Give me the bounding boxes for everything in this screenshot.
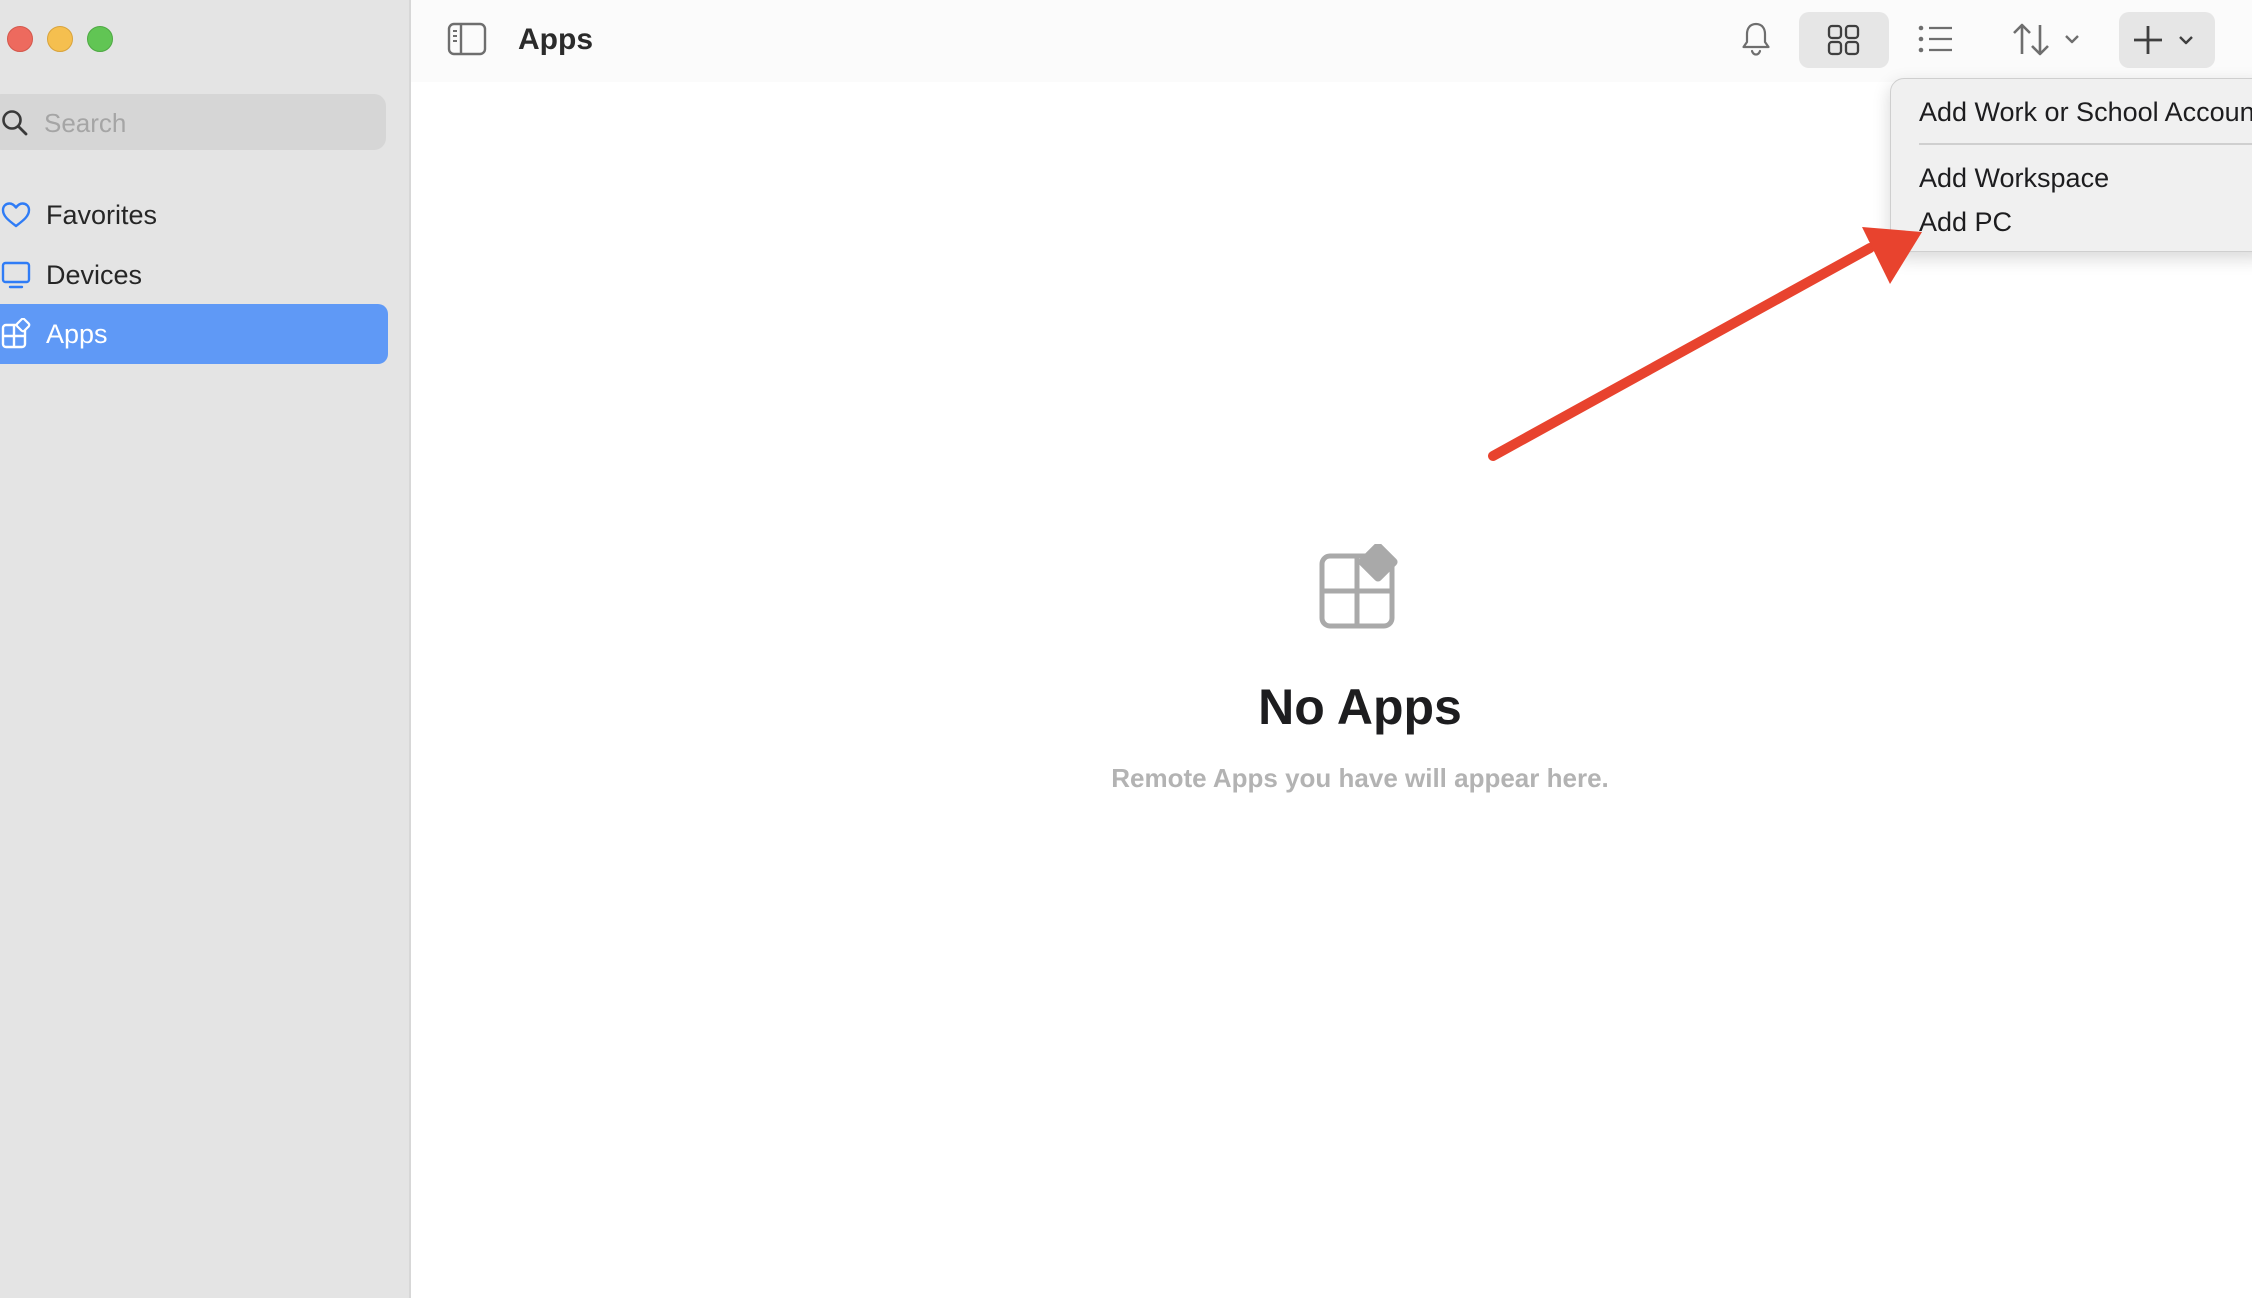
apps-empty-icon: [1319, 544, 1398, 629]
sidebar-item-apps[interactable]: Apps: [0, 304, 388, 364]
minimize-window-button[interactable]: [47, 26, 73, 52]
menu-item-add-pc[interactable]: Add PC: [1919, 205, 2012, 239]
empty-state-title: No Apps: [1258, 679, 1462, 735]
close-window-button[interactable]: [7, 26, 33, 52]
search-input[interactable]: [42, 102, 366, 144]
grid-view-button[interactable]: [1799, 12, 1889, 68]
monitor-icon: [1, 261, 31, 289]
add-menu: Add Work or School Accoun Add Workspace …: [1890, 78, 2252, 252]
sidebar-item-favorites[interactable]: Favorites: [0, 185, 388, 245]
empty-state-subtitle: Remote Apps you have will appear here.: [1111, 763, 1609, 793]
sidebar-toggle-icon[interactable]: [447, 21, 487, 57]
magnifying-glass-icon: [2, 110, 28, 136]
search-field[interactable]: [0, 94, 386, 150]
heart-icon: [1, 202, 31, 228]
add-icon: [2134, 26, 2193, 54]
sidebar-item-label: Favorites: [46, 200, 158, 230]
page-title: Apps: [518, 23, 593, 56]
add-button[interactable]: [2119, 12, 2215, 68]
zoom-window-button[interactable]: [87, 26, 113, 52]
sidebar: Favorites Devices Apps: [0, 0, 411, 1298]
sidebar-item-devices[interactable]: Devices: [0, 245, 388, 305]
menu-item-add-work-or-school-account[interactable]: Add Work or School Accoun: [1919, 95, 2252, 129]
bell-icon[interactable]: [1739, 20, 1773, 58]
list-view-icon[interactable]: [1917, 24, 1955, 54]
sort-icon[interactable]: [2011, 20, 2087, 60]
grid-view-icon: [1827, 24, 1860, 56]
apps-grid-icon: [1, 318, 31, 349]
menu-divider: [1919, 143, 2252, 145]
toolbar: Apps: [411, 0, 2252, 82]
menu-item-add-workspace[interactable]: Add Workspace: [1919, 161, 2109, 195]
sidebar-item-label: Devices: [46, 260, 143, 290]
app-window: Favorites Devices Apps: [0, 0, 2252, 1298]
sidebar-item-label: Apps: [46, 319, 108, 349]
